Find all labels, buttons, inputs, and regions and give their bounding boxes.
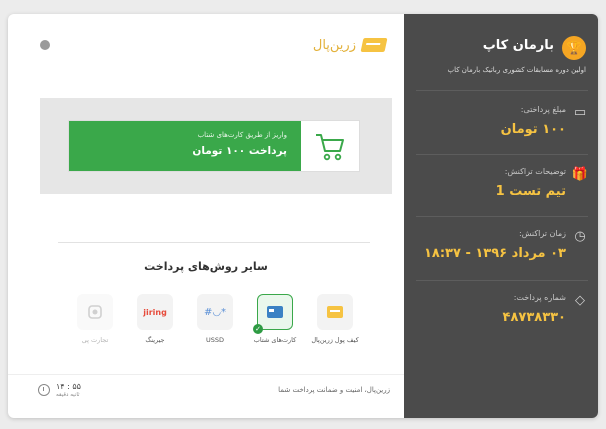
ussd-icon: *◡#	[197, 294, 233, 330]
time-field: ◷ زمان تراکنش: ۰۳ مرداد ۱۳۹۶ - ۱۸:۳۷	[416, 226, 588, 276]
amount-field: ▭ مبلغ پرداختی: ۱۰۰ تومان	[416, 102, 588, 152]
method-shetab-cards[interactable]: ✓ کارت‌های شتاب	[250, 294, 300, 364]
description-label: توضیحات تراکنش:	[504, 167, 566, 176]
merchant-subtitle: اولین دوره مسابقات کشوری رباتیک بارمان ک…	[447, 66, 586, 74]
timer-icon	[38, 384, 50, 396]
jiring-logo: jiring	[137, 294, 173, 330]
divider	[8, 374, 404, 375]
method-tejarat-pay: تجارت پی	[70, 294, 120, 364]
divider	[58, 242, 370, 243]
tejarat-icon	[77, 294, 113, 330]
card-payment-amount: پرداخت ۱۰۰ تومان	[192, 145, 287, 157]
payment-number-value: ۴۸۷۳۸۳۳۰	[502, 310, 566, 325]
card-payment-button[interactable]: واریز از طریق کارت‌های شتاب پرداخت ۱۰۰ ت…	[68, 120, 360, 172]
sidebar: 🏆 بارمان کاپ اولین دوره مسابقات کشوری رب…	[404, 14, 598, 418]
method-label: کیف پول زرین‌پال	[311, 336, 359, 344]
method-jiring[interactable]: jiring جیرینگ	[130, 294, 180, 364]
security-note: زرین‌پال، امنیت و ضمانت پرداخت شما	[278, 386, 390, 394]
wallet-icon	[317, 294, 353, 330]
gift-icon: 🎁	[571, 166, 589, 182]
divider	[416, 280, 588, 281]
payment-number-label: شماره پرداخت:	[513, 293, 566, 302]
wallet-icon: ▭	[573, 104, 587, 120]
amount-value: ۱۰۰ تومان	[500, 122, 566, 137]
card-payment-caption: واریز از طریق کارت‌های شتاب	[197, 131, 287, 139]
cart-icon	[316, 134, 344, 161]
method-label: جیرینگ	[145, 336, 165, 344]
method-label: USSD	[205, 336, 224, 344]
amount-label: مبلغ پرداختی:	[520, 105, 566, 114]
divider	[416, 90, 588, 91]
close-icon[interactable]	[40, 40, 50, 50]
divider	[416, 154, 588, 155]
zarinpal-logo-icon	[360, 38, 388, 52]
method-zarinpal-wallet[interactable]: کیف پول زرین‌پال	[310, 294, 360, 364]
merchant-header: 🏆 بارمان کاپ	[414, 36, 586, 64]
time-label: زمان تراکنش:	[519, 229, 566, 238]
main-panel: زرین‌پال واریز از طریق کارت‌های شتاب پرد…	[8, 14, 404, 418]
tag-icon: ◇	[575, 292, 585, 308]
card-icon	[257, 294, 293, 330]
description-field: 🎁 توضیحات تراکنش: تیم تست 1	[416, 164, 588, 214]
method-ussd[interactable]: *◡# USSD	[190, 294, 240, 364]
divider	[416, 216, 588, 217]
clock-icon: ◷	[574, 228, 586, 244]
payment-number-field: ◇ شماره پرداخت: ۴۸۷۳۸۳۳۰	[416, 290, 588, 340]
brand-name: زرین‌پال	[312, 37, 356, 53]
description-value: تیم تست 1	[495, 184, 566, 199]
timer-units: ثانیه دقیقه	[56, 392, 80, 398]
other-methods-title: سایر روش‌های پرداخت	[144, 260, 268, 273]
payment-methods: کیف پول زرین‌پال ✓ کارت‌های شتاب *◡# USS…	[70, 294, 360, 364]
check-icon: ✓	[253, 324, 263, 334]
card-payment-info[interactable]: واریز از طریق کارت‌های شتاب پرداخت ۱۰۰ ت…	[69, 121, 301, 171]
merchant-logo-icon: 🏆	[562, 36, 586, 60]
merchant-title: بارمان کاپ	[482, 38, 554, 53]
payment-area: واریز از طریق کارت‌های شتاب پرداخت ۱۰۰ ت…	[40, 98, 392, 194]
time-value: ۰۳ مرداد ۱۳۹۶ - ۱۸:۳۷	[423, 246, 566, 261]
timer-value: ۱۴ : ۵۵	[56, 382, 81, 391]
method-label: کارت‌های شتاب	[253, 336, 297, 344]
payment-gateway-card: 🏆 بارمان کاپ اولین دوره مسابقات کشوری رب…	[8, 14, 598, 418]
method-label: تجارت پی	[81, 336, 109, 344]
brand: زرین‌پال	[312, 35, 388, 55]
